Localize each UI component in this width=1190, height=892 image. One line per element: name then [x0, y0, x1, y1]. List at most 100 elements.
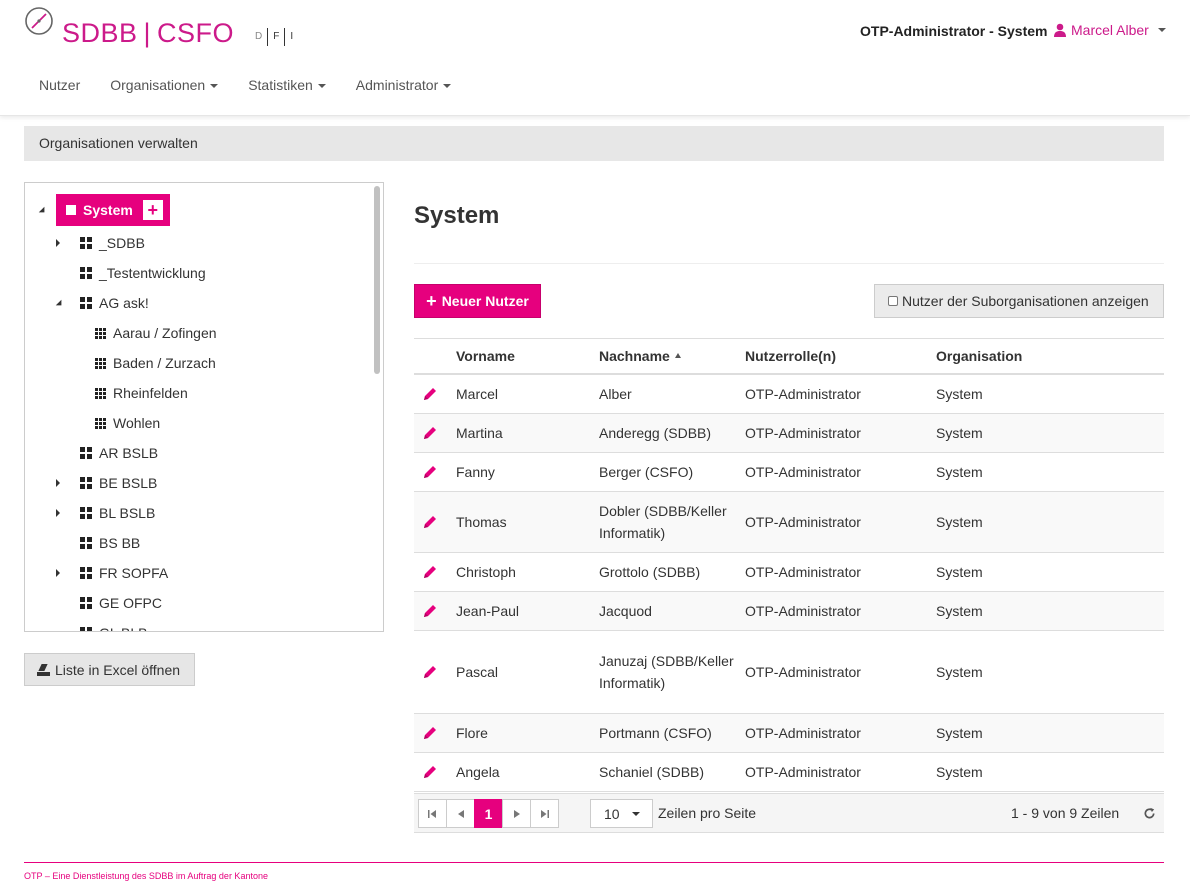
grid-small-icon [95, 327, 106, 339]
edit-user-button[interactable] [421, 663, 439, 681]
tree-toggle-collapsed[interactable] [56, 509, 64, 517]
edit-user-button[interactable] [421, 424, 439, 442]
nav-organisationen[interactable]: Organisationen [95, 77, 233, 93]
tree-node[interactable]: FR SOPFA [80, 562, 168, 584]
tree-node-label: AG ask! [99, 295, 149, 311]
lang-it[interactable]: I [285, 28, 298, 46]
tree-node-label: GE OFPC [99, 595, 163, 611]
download-icon [37, 664, 50, 676]
pencil-icon [424, 727, 436, 739]
show-suborganisations-toggle[interactable]: Nutzer der Suborganisationen anzeigen [874, 284, 1164, 318]
edit-user-button[interactable] [421, 463, 439, 481]
footer-text: OTP – Eine Dienstleistung des SDBB im Au… [24, 871, 268, 881]
edit-user-button[interactable] [421, 602, 439, 620]
tree-node[interactable]: AG ask! [80, 292, 149, 314]
cell-vorname: Thomas [456, 514, 507, 530]
tree-node-label: FR SOPFA [99, 565, 169, 581]
app-header: SDBB | CSFO D F I OTP-Administrator - Syst… [0, 0, 1190, 116]
tree-node[interactable]: GL BLB [80, 622, 148, 631]
tree-node[interactable]: BL BSLB [80, 502, 155, 524]
tree-node[interactable]: Wohlen [95, 412, 160, 434]
edit-user-button[interactable] [421, 763, 439, 781]
first-page-button[interactable] [418, 799, 447, 828]
edit-user-button[interactable] [421, 385, 439, 403]
column-header-organisation[interactable]: Organisation [936, 348, 1022, 364]
edit-user-button[interactable] [421, 513, 439, 531]
grid-icon [80, 267, 92, 279]
cell-nutzerrolle: OTP-Administrator [745, 425, 861, 441]
column-header-vorname[interactable]: Vorname [456, 348, 515, 364]
pencil-icon [424, 388, 436, 400]
grid-small-icon [95, 387, 106, 399]
tree-root-label: System [83, 202, 133, 218]
tree-node[interactable]: BS BB [80, 532, 140, 554]
scrollbar-thumb[interactable] [374, 186, 380, 374]
cell-vorname: Flore [456, 725, 488, 741]
footer-divider [24, 862, 1164, 863]
add-organisation-icon[interactable]: + [142, 200, 163, 220]
logo-text[interactable]: SDBB | CSFO [62, 18, 234, 49]
sort-ascending-icon [674, 352, 681, 358]
nav-administrator[interactable]: Administrator [341, 77, 466, 93]
tree-node[interactable]: BE BSLB [80, 472, 157, 494]
breadcrumb: Organisationen verwalten [24, 126, 1164, 161]
last-page-button[interactable] [530, 799, 559, 828]
tree-scrollbar[interactable] [373, 185, 381, 630]
table-row: Christoph Grottolo (SDBB) OTP-Administrato… [414, 553, 1164, 592]
tree-toggle-collapsed[interactable] [56, 479, 64, 487]
pencil-icon [424, 516, 436, 528]
new-user-button[interactable]: + Neuer Nutzer [414, 284, 541, 318]
column-header-nutzerrolle[interactable]: Nutzerrolle(n) [745, 348, 836, 364]
tree-node[interactable]: Baden / Zurzach [95, 352, 216, 374]
cell-organisation: System [936, 664, 983, 680]
table-row: Pascal Januzaj (SDBB/Keller Informatik) OT… [414, 631, 1164, 714]
tree-node[interactable]: AR BSLB [80, 442, 158, 464]
cell-nutzerrolle: OTP-Administrator [745, 386, 861, 402]
previous-page-button[interactable] [446, 799, 475, 828]
table-row: Jean-Paul Jacquod OTP-Administrator System [414, 592, 1164, 631]
cell-nutzerrolle: OTP-Administrator [745, 514, 861, 530]
tree-toggle-expanded[interactable] [38, 206, 48, 216]
open-excel-button[interactable]: Liste in Excel öffnen [24, 653, 195, 686]
checkbox-icon[interactable] [888, 296, 898, 306]
page-size-select[interactable]: 10 [590, 799, 653, 828]
cell-nutzerrolle: OTP-Administrator [745, 664, 861, 680]
column-header-nachname[interactable]: Nachname [599, 348, 681, 364]
tree-node-label: AR BSLB [99, 445, 159, 461]
refresh-icon[interactable] [1143, 807, 1156, 820]
cell-vorname: Marcel [456, 386, 499, 402]
tree-node[interactable]: Aarau / Zofingen [95, 322, 217, 344]
nav-label: Administrator [355, 77, 439, 93]
table-header: Vorname Nachname Nutzerrolle(n) Organisa… [414, 338, 1164, 375]
tree-node-label: GL BLB [99, 625, 148, 631]
tree-node[interactable]: _Testentwicklung [80, 262, 206, 284]
nav-label: Statistiken [248, 77, 313, 93]
edit-user-button[interactable] [421, 563, 439, 581]
page-size-value: 10 [604, 805, 620, 822]
tree-toggle-collapsed[interactable] [56, 239, 64, 247]
plus-icon: + [426, 290, 437, 311]
cell-vorname: Martina [456, 425, 503, 441]
page-button-current[interactable]: 1 [474, 799, 503, 828]
lang-fr[interactable]: F [268, 28, 286, 46]
nav-nutzer[interactable]: Nutzer [24, 77, 95, 93]
tree-node[interactable]: _SDBB [80, 232, 145, 254]
nav-statistiken[interactable]: Statistiken [233, 77, 341, 93]
user-menu[interactable]: Marcel Alber [1053, 22, 1166, 38]
tree-toggle-expanded[interactable] [55, 299, 65, 309]
nav-label: Nutzer [39, 77, 81, 93]
pencil-icon [424, 605, 436, 617]
tree-root-system[interactable]: System + [56, 194, 170, 226]
tree-node-label: Wohlen [113, 415, 161, 431]
cell-nutzerrolle: OTP-Administrator [745, 603, 861, 619]
pencil-icon [424, 666, 436, 678]
organisation-tree: System + _SDBB _Testentwicklung AG ask! Aar… [24, 182, 384, 632]
tree-toggle-collapsed[interactable] [56, 569, 64, 577]
tree-node-label: BL BSLB [99, 505, 156, 521]
page-buttons: 1 [418, 799, 559, 828]
tree-node[interactable]: Rheinfelden [95, 382, 188, 404]
tree-node[interactable]: GE OFPC [80, 592, 162, 614]
edit-user-button[interactable] [421, 724, 439, 742]
next-page-button[interactable] [502, 799, 531, 828]
lang-de[interactable]: D [250, 28, 269, 46]
